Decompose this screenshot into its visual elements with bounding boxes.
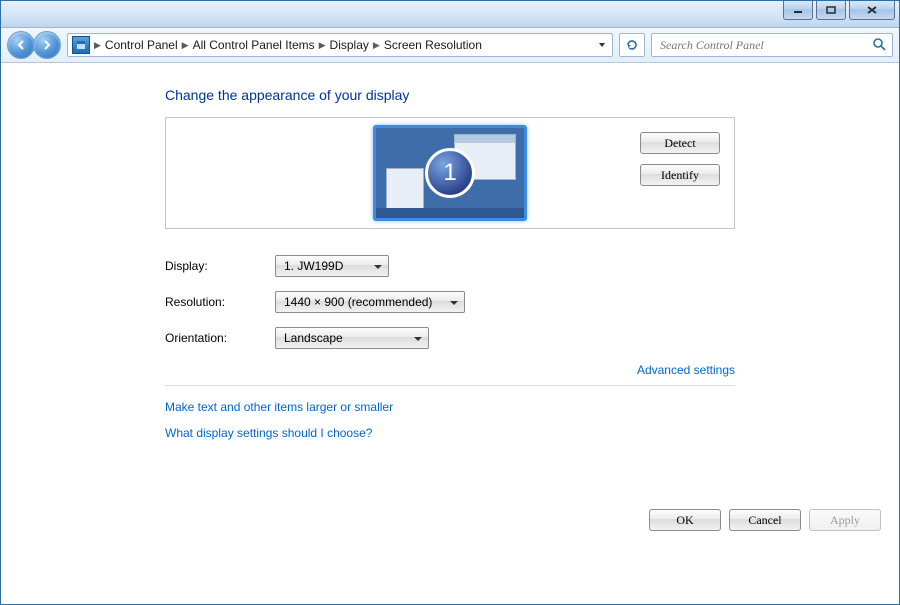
display-arrangement-box: 1 Detect Identify: [165, 117, 735, 229]
resolution-row: Resolution: 1440 × 900 (recommended): [165, 291, 735, 313]
preview-window-icon: [386, 168, 424, 210]
advanced-row: Advanced settings: [165, 363, 735, 377]
search-input[interactable]: [658, 37, 872, 54]
advanced-settings-link[interactable]: Advanced settings: [637, 363, 735, 377]
resolution-label: Resolution:: [165, 295, 275, 309]
maximize-button[interactable]: [816, 1, 846, 20]
breadcrumb-item[interactable]: Display: [330, 38, 369, 52]
breadcrumb-item[interactable]: Control Panel: [105, 38, 178, 52]
content-area: Change the appearance of your display 1 …: [1, 63, 899, 604]
breadcrumb-item[interactable]: All Control Panel Items: [193, 38, 315, 52]
monitor-action-buttons: Detect Identify: [640, 132, 720, 186]
resolution-value: 1440 × 900 (recommended): [284, 295, 432, 309]
ok-button[interactable]: OK: [649, 509, 721, 531]
main-panel: Change the appearance of your display 1 …: [165, 87, 735, 440]
divider: [165, 385, 735, 386]
help-links: Make text and other items larger or smal…: [165, 400, 735, 440]
identify-button[interactable]: Identify: [640, 164, 720, 186]
close-button[interactable]: [849, 1, 895, 20]
chevron-right-icon: ▶: [90, 40, 105, 51]
arrow-left-icon: [14, 38, 28, 52]
back-button[interactable]: [7, 31, 35, 59]
arrow-right-icon: [40, 38, 54, 52]
text-size-link[interactable]: Make text and other items larger or smal…: [165, 400, 735, 414]
search-box[interactable]: [651, 33, 893, 57]
forward-button[interactable]: [33, 31, 61, 59]
chevron-down-icon: [598, 41, 606, 49]
display-row: Display: 1. JW199D: [165, 255, 735, 277]
monitor-1[interactable]: 1: [373, 125, 527, 221]
detect-button[interactable]: Detect: [640, 132, 720, 154]
orientation-value: Landscape: [284, 331, 343, 345]
apply-button: Apply: [809, 509, 881, 531]
monitor-number-badge: 1: [425, 148, 475, 198]
breadcrumb-item[interactable]: Screen Resolution: [384, 38, 482, 52]
navigation-bar: ▶ Control Panel ▶ All Control Panel Item…: [1, 28, 899, 63]
display-label: Display:: [165, 259, 275, 273]
orientation-dropdown[interactable]: Landscape: [275, 327, 429, 349]
display-value: 1. JW199D: [284, 259, 343, 273]
chevron-right-icon: ▶: [369, 40, 384, 51]
page-title: Change the appearance of your display: [165, 87, 735, 103]
chevron-right-icon: ▶: [178, 40, 193, 51]
cancel-button[interactable]: Cancel: [729, 509, 801, 531]
control-panel-icon: [72, 36, 90, 54]
dialog-buttons: OK Cancel Apply: [649, 509, 881, 531]
orientation-row: Orientation: Landscape: [165, 327, 735, 349]
nav-buttons: [7, 31, 61, 59]
resolution-dropdown[interactable]: 1440 × 900 (recommended): [275, 291, 465, 313]
settings-form: Display: 1. JW199D Resolution: 1440 × 90…: [165, 255, 735, 349]
control-panel-window: ▶ Control Panel ▶ All Control Panel Item…: [0, 0, 900, 605]
title-bar: [1, 1, 899, 28]
chevron-right-icon: ▶: [315, 40, 330, 51]
refresh-button[interactable]: [619, 33, 645, 57]
search-icon: [872, 37, 886, 54]
minimize-button[interactable]: [783, 1, 813, 20]
caption-buttons: [783, 1, 895, 20]
orientation-label: Orientation:: [165, 331, 275, 345]
help-link[interactable]: What display settings should I choose?: [165, 426, 735, 440]
breadcrumb[interactable]: ▶ Control Panel ▶ All Control Panel Item…: [67, 33, 613, 57]
monitor-preview[interactable]: 1: [180, 125, 720, 221]
refresh-icon: [625, 38, 639, 52]
breadcrumb-history-dropdown[interactable]: [594, 41, 610, 49]
preview-taskbar: [376, 208, 524, 218]
display-dropdown[interactable]: 1. JW199D: [275, 255, 389, 277]
